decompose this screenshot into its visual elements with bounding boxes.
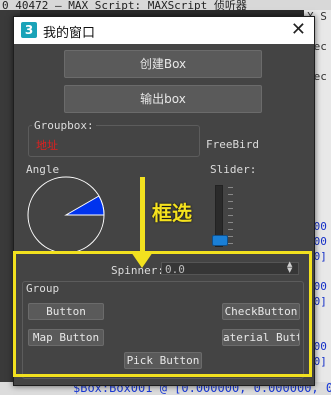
3dsmax-app-icon: 3 <box>21 22 37 38</box>
window-title: 我的窗口 <box>43 26 96 41</box>
groupbox-content-text: 地址 <box>36 139 58 152</box>
annotation-arrow-shaft <box>140 177 145 255</box>
slider-tick <box>228 222 233 223</box>
slider-thumb[interactable] <box>212 235 228 246</box>
annotation-arrow-icon <box>131 252 153 268</box>
slider-tick <box>228 215 233 216</box>
slider-tick <box>228 229 233 230</box>
groupbox-title: Groupbox: <box>32 119 96 132</box>
slider-tick <box>228 194 233 195</box>
annotation-label: 框选 <box>152 201 192 225</box>
listener-title-bar: 0 40472 — MAX Script: MAXScript 侦听器 <box>0 0 331 10</box>
create-box-button[interactable]: 创建Box <box>64 50 262 78</box>
angle-dial[interactable] <box>26 175 106 255</box>
close-icon[interactable]: ✕ <box>291 19 306 40</box>
export-box-button[interactable]: 输出box <box>64 85 262 113</box>
slider-label: Slider: <box>210 163 257 176</box>
slider-tick <box>228 236 233 237</box>
angle-wedge <box>64 195 105 216</box>
slider-tick <box>228 201 233 202</box>
listener-title-text: 0 40472 — MAX Script: MAXScript 侦听器 <box>2 0 247 10</box>
slider-tick <box>228 208 233 209</box>
slider-tick <box>228 243 233 244</box>
title-bar[interactable]: 3 我的窗口 ✕ <box>14 17 314 44</box>
selection-highlight-box <box>13 251 312 377</box>
freebird-label: FreeBird <box>206 138 259 151</box>
slider-tick <box>228 187 233 188</box>
